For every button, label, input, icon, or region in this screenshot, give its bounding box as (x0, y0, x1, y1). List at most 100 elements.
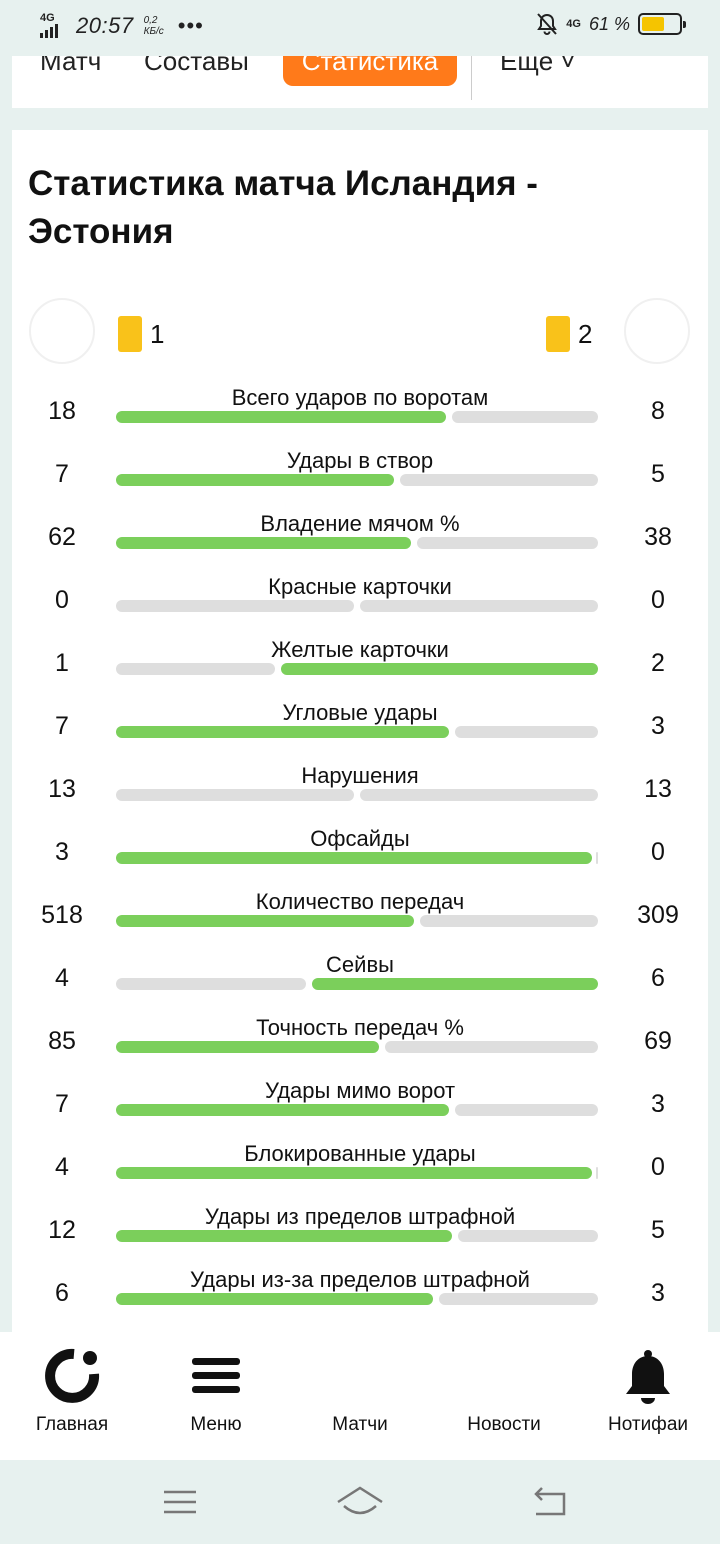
stat-away-value: 13 (644, 775, 672, 803)
stat-row: 7 Удары в створ 5 (12, 448, 708, 511)
stat-away-value: 0 (651, 586, 665, 614)
tab-more[interactable]: Ещё ˅ (500, 56, 576, 77)
stat-away-bar (417, 537, 598, 549)
stat-away-bar (596, 1167, 598, 1179)
stat-label: Владение мячом % (260, 511, 460, 536)
nav-notifications[interactable]: Нотифаи (576, 1332, 720, 1460)
nav-menu[interactable]: Меню (144, 1332, 288, 1460)
tab-match[interactable]: Матч (40, 56, 101, 77)
stat-home-bar (116, 852, 592, 864)
nav-news[interactable]: Новости (432, 1332, 576, 1460)
stat-label: Блокированные удары (244, 1141, 476, 1166)
away-cards-count: 2 (578, 319, 593, 349)
stat-row: 0 Красные карточки 0 (12, 574, 708, 637)
nav-notifications-label: Нотифаи (608, 1414, 688, 1435)
stat-away-bar (281, 663, 598, 675)
nav-news-label: Новости (467, 1414, 541, 1435)
stat-home-value: 3 (55, 838, 69, 866)
stat-label: Офсайды (310, 826, 410, 851)
stat-label: Количество передач (255, 889, 465, 914)
nav-matches[interactable]: Матчи (288, 1332, 432, 1460)
stat-home-bar (116, 1167, 592, 1179)
nav-home-label: Главная (35, 1414, 109, 1435)
stat-label: Сейвы (326, 952, 394, 977)
stat-home-value: 7 (55, 712, 69, 740)
network-speed: 0,2 КБ/с (144, 15, 164, 37)
stat-row: 7 Удары мимо ворот 3 (12, 1078, 708, 1141)
stat-away-value: 2 (651, 649, 665, 677)
stat-away-bar (385, 1041, 598, 1053)
stat-home-value: 18 (48, 397, 76, 425)
battery-icon (638, 13, 686, 35)
stat-row: 62 Владение мячом % 38 (12, 511, 708, 574)
stat-home-value: 6 (55, 1279, 69, 1307)
cellular-signal-icon: 4G (38, 12, 66, 40)
bottom-navigation: Главная Меню Матчи Новости Нотифаи (0, 1332, 720, 1460)
stat-away-value: 0 (651, 1153, 665, 1181)
nav-matches-label: Матчи (332, 1414, 388, 1435)
stat-label: Удары из-за пределов штрафной (190, 1267, 530, 1292)
stat-label: Всего ударов по воротам (231, 385, 489, 410)
system-navigation-bar (0, 1460, 720, 1544)
stat-row: 6 Удары из-за пределов штрафной 3 (12, 1267, 708, 1330)
stat-row: 13 Нарушения 13 (12, 763, 708, 826)
stat-home-value: 4 (55, 1153, 69, 1181)
stat-home-bar (116, 537, 411, 549)
stat-home-bar (116, 789, 354, 801)
stat-away-bar (439, 1293, 598, 1305)
stat-away-bar (596, 852, 598, 864)
bell-icon (626, 1350, 670, 1404)
stat-row: 518 Количество передач 309 (12, 889, 708, 952)
stat-home-bar (116, 411, 446, 423)
recent-apps-icon[interactable] (154, 1482, 206, 1522)
stat-away-bar (455, 726, 598, 738)
home-logo-icon (45, 1348, 100, 1403)
stat-row: 85 Точность передач % 69 (12, 1015, 708, 1078)
status-bar: 4G 20:57 0,2 КБ/с ••• 4G 61 % (0, 0, 720, 56)
stat-home-value: 0 (55, 586, 69, 614)
stat-away-value: 309 (637, 901, 679, 929)
battery-percent: 61 % (588, 13, 630, 34)
stat-away-value: 38 (644, 523, 672, 551)
stat-label: Точность передач % (256, 1015, 464, 1040)
stat-away-value: 3 (651, 712, 665, 740)
stat-home-bar (116, 474, 394, 486)
nav-home[interactable]: Главная (0, 1332, 144, 1460)
tab-lineups[interactable]: Составы (144, 56, 249, 77)
stat-row: 4 Блокированные удары 0 (12, 1141, 708, 1204)
stat-home-value: 13 (48, 775, 76, 803)
stat-away-bar (360, 789, 598, 801)
tab-divider (471, 56, 472, 100)
stat-home-bar (116, 1230, 452, 1242)
stat-away-bar (400, 474, 598, 486)
home-button-icon[interactable] (334, 1482, 386, 1522)
clock: 20:57 (76, 13, 134, 38)
stat-home-value: 7 (55, 1090, 69, 1118)
page-title: Статистика матча Исландия - Эстония (28, 164, 538, 251)
stat-away-bar (360, 600, 598, 612)
stat-home-bar (116, 663, 275, 675)
menu-icon (192, 1358, 240, 1393)
nav-menu-label: Меню (190, 1414, 242, 1435)
network-speed-unit: КБ/с (143, 26, 164, 37)
stat-home-value: 12 (48, 1216, 76, 1244)
stat-row: 7 Угловые удары 3 (12, 700, 708, 763)
stat-home-value: 62 (48, 523, 76, 551)
away-yellow-card-icon (546, 316, 570, 352)
stat-home-bar (116, 1104, 449, 1116)
network-type-label: 4G (40, 12, 55, 24)
back-button-icon[interactable] (524, 1482, 576, 1522)
stat-away-value: 3 (651, 1090, 665, 1118)
stat-home-bar (116, 1293, 433, 1305)
stat-row: 3 Офсайды 0 (12, 826, 708, 889)
stat-away-bar (420, 915, 598, 927)
home-team-logo[interactable] (29, 298, 95, 364)
tab-statistics[interactable]: Статистика (283, 56, 457, 86)
stat-label: Удары из пределов штрафной (204, 1204, 516, 1229)
stat-away-value: 69 (644, 1027, 672, 1055)
away-team-logo[interactable] (624, 298, 690, 364)
bell-muted-icon (537, 13, 558, 35)
stat-label: Красные карточки (268, 574, 452, 599)
stat-row: 12 Удары из пределов штрафной 5 (12, 1204, 708, 1267)
stat-home-bar (116, 978, 306, 990)
